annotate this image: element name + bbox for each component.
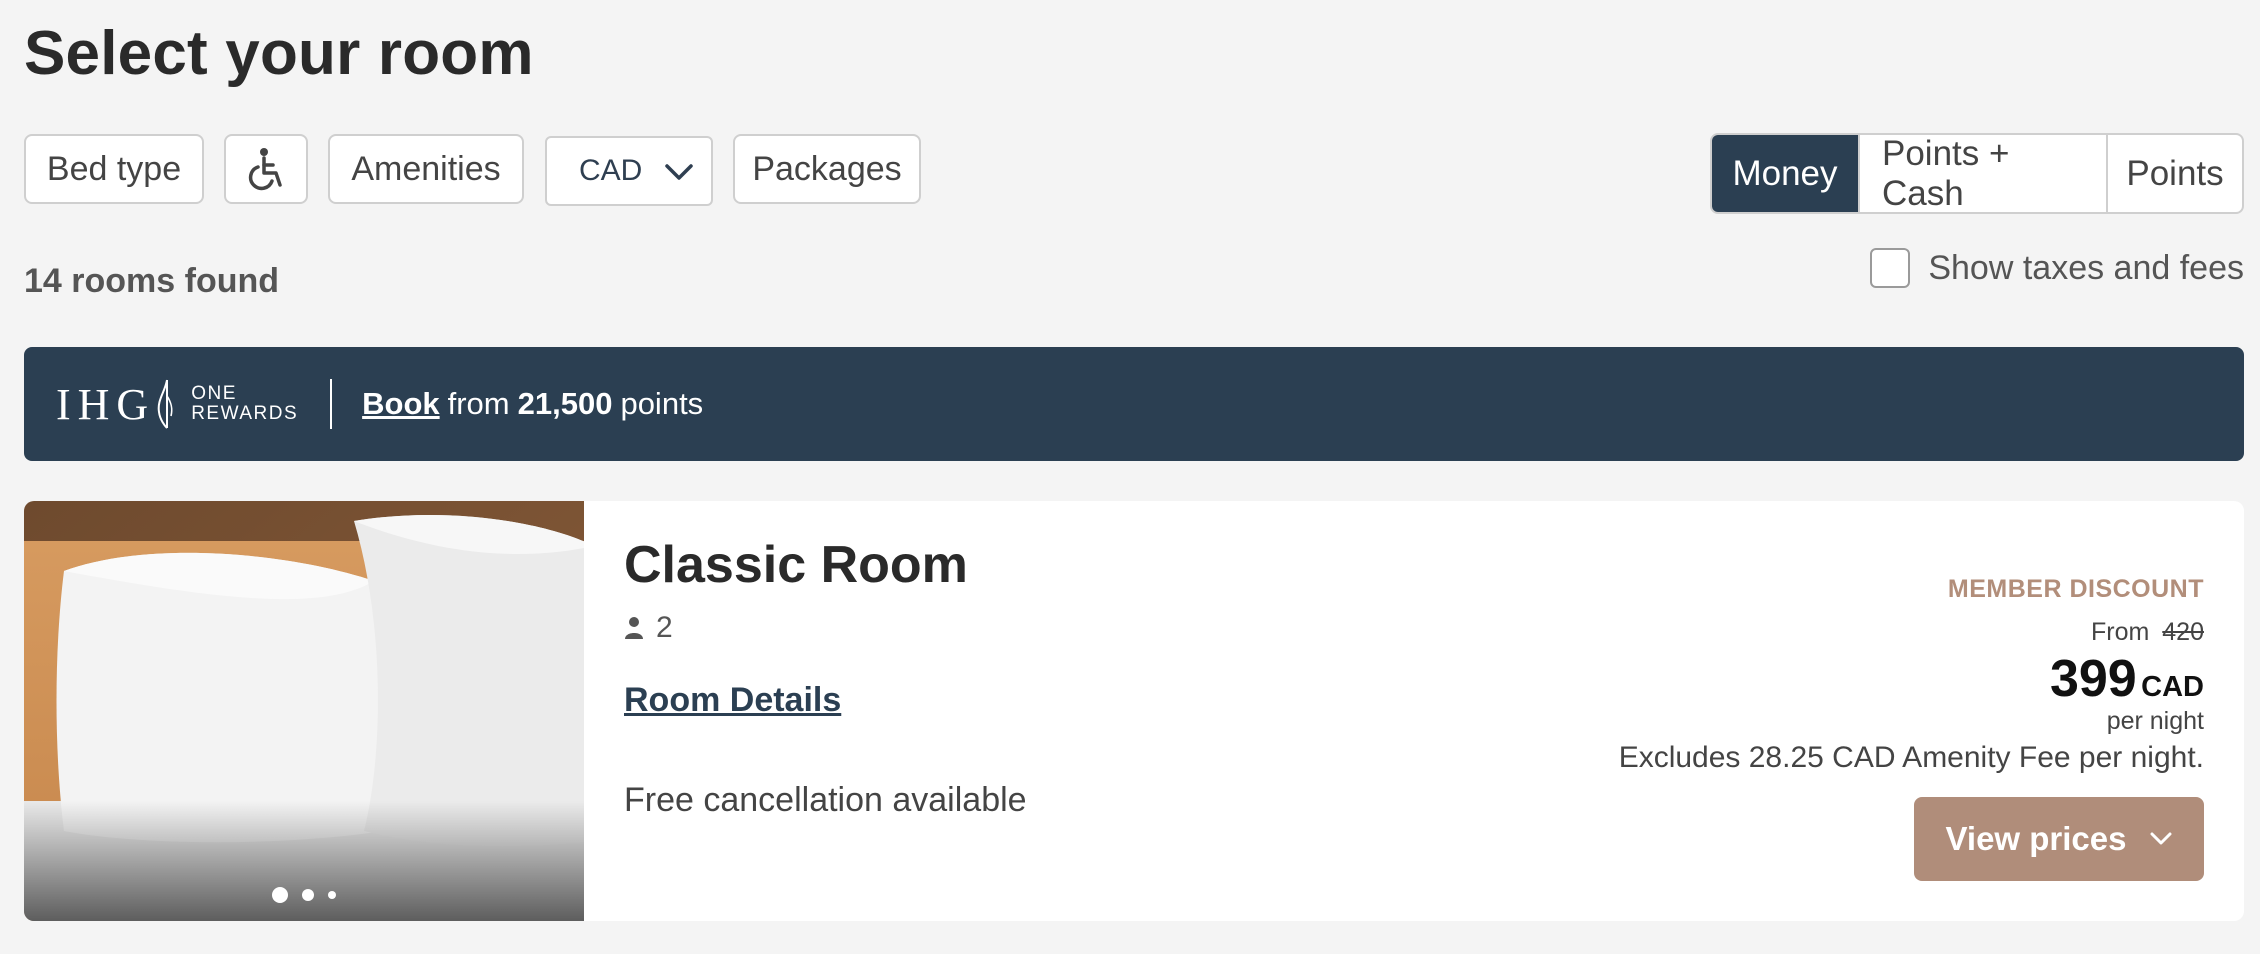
book-points-link[interactable]: Book [362, 386, 440, 422]
room-occupancy: 2 [624, 611, 673, 645]
currency-value: CAD [579, 154, 643, 187]
promo-points-text: points [620, 386, 704, 421]
payment-option-money[interactable]: Money [1712, 135, 1858, 212]
rewards-banner: IHG ONE REWARDS Book from 21,500 points [24, 347, 2244, 461]
from-label: From [2091, 618, 2150, 646]
banner-divider [330, 379, 333, 429]
bed-type-filter-button[interactable]: Bed type [24, 134, 204, 204]
points-value: 21,500 [517, 386, 613, 421]
amenity-fee-note: Excludes 28.25 CAD Amenity Fee per night… [1618, 741, 2204, 774]
taxes-checkbox[interactable] [1870, 248, 1911, 288]
show-taxes-toggle[interactable]: Show taxes and fees [1870, 246, 2244, 290]
currency-select[interactable]: CAD [545, 136, 713, 206]
member-discount-label: MEMBER DISCOUNT [1947, 575, 2204, 603]
room-details-link[interactable]: Room Details [624, 681, 841, 720]
guest-count: 2 [656, 611, 673, 644]
packages-filter-button[interactable]: Packages [733, 134, 921, 204]
accessibility-filter-button[interactable] [224, 134, 308, 204]
payment-option-points-cash[interactable]: Points + Cash [1858, 135, 2106, 212]
payment-option-points[interactable]: Points [2106, 135, 2242, 212]
room-card: Classic Room 2 Room Details Free cancell… [24, 501, 2244, 921]
room-photo-carousel[interactable] [24, 501, 584, 921]
room-pricing: MEMBER DISCOUNT From 420 399 CAD per nig… [1948, 575, 2204, 736]
price-currency: CAD [2141, 671, 2204, 703]
carousel-dot[interactable] [328, 891, 336, 899]
logo-main-text: IHG [56, 379, 156, 429]
page-title: Select your room [24, 19, 534, 88]
person-icon [625, 617, 643, 639]
taxes-label: Show taxes and fees [1928, 248, 2244, 287]
room-photo [24, 501, 584, 921]
from-price: From 420 [1948, 618, 2204, 647]
points-promo: Book from 21,500 points [362, 386, 703, 422]
promo-from: from [447, 386, 510, 421]
carousel-dot[interactable] [302, 889, 314, 901]
flame-mark-icon [157, 379, 173, 429]
carousel-dot-active[interactable] [272, 887, 288, 903]
chevron-down-icon [665, 164, 693, 180]
cancellation-policy: Free cancellation available [624, 781, 1027, 819]
price-amount: 399 [2049, 650, 2137, 708]
amenities-filter-button[interactable]: Amenities [328, 134, 524, 204]
view-prices-label: View prices [1945, 820, 2127, 857]
nightly-price: 399 CAD [1948, 649, 2204, 709]
logo-sub-rewards: REWARDS [191, 403, 299, 424]
room-name: Classic Room [624, 536, 968, 594]
original-price: 420 [2162, 618, 2204, 646]
chevron-down-icon [2150, 832, 2171, 845]
view-prices-button[interactable]: View prices [1914, 797, 2204, 881]
rooms-found-count: 14 rooms found [24, 262, 280, 300]
carousel-dots [24, 887, 584, 903]
logo-sub-one: ONE [191, 383, 237, 404]
per-night-label: per night [2106, 707, 2204, 735]
ihg-one-rewards-logo: IHG ONE REWARDS [56, 378, 298, 430]
accessibility-icon [248, 148, 282, 191]
payment-type-toggle: Money Points + Cash Points [1710, 133, 2244, 214]
